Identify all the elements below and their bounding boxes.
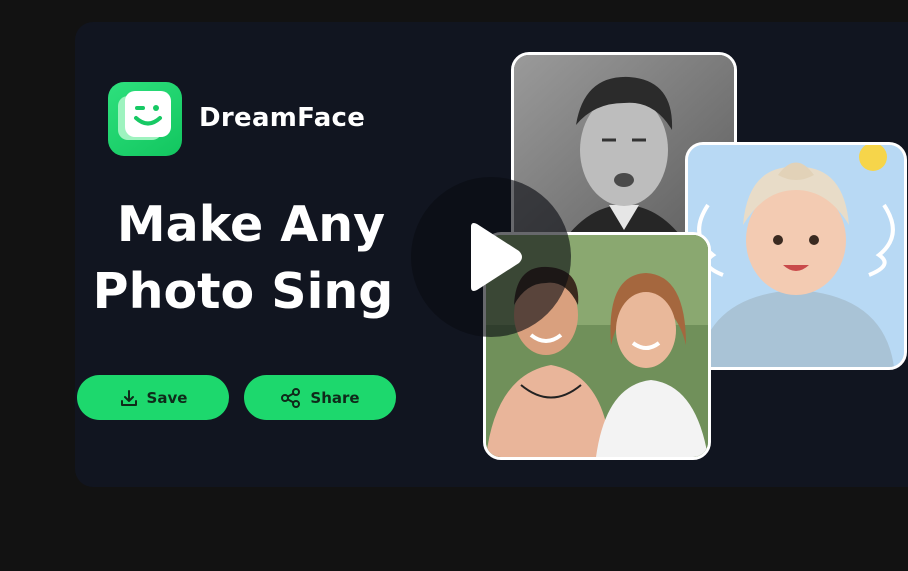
play-button[interactable] (411, 177, 571, 337)
brand-name: DreamFace (199, 103, 366, 133)
save-label: Save (146, 388, 188, 407)
promo-card: DreamFace Make Any Photo Sing Save Share (75, 22, 908, 487)
play-icon (471, 223, 522, 291)
share-icon (281, 387, 301, 408)
share-button[interactable]: Share (244, 375, 396, 420)
headline-line-1: Make Any (116, 196, 386, 253)
dreamface-logo-icon (108, 82, 182, 156)
download-icon (120, 389, 137, 406)
save-button[interactable]: Save (77, 375, 229, 420)
headline-line-2: Photo Sing (92, 263, 394, 320)
baby-with-angel-wings-photo[interactable] (685, 142, 907, 370)
share-label: Share (310, 388, 360, 407)
